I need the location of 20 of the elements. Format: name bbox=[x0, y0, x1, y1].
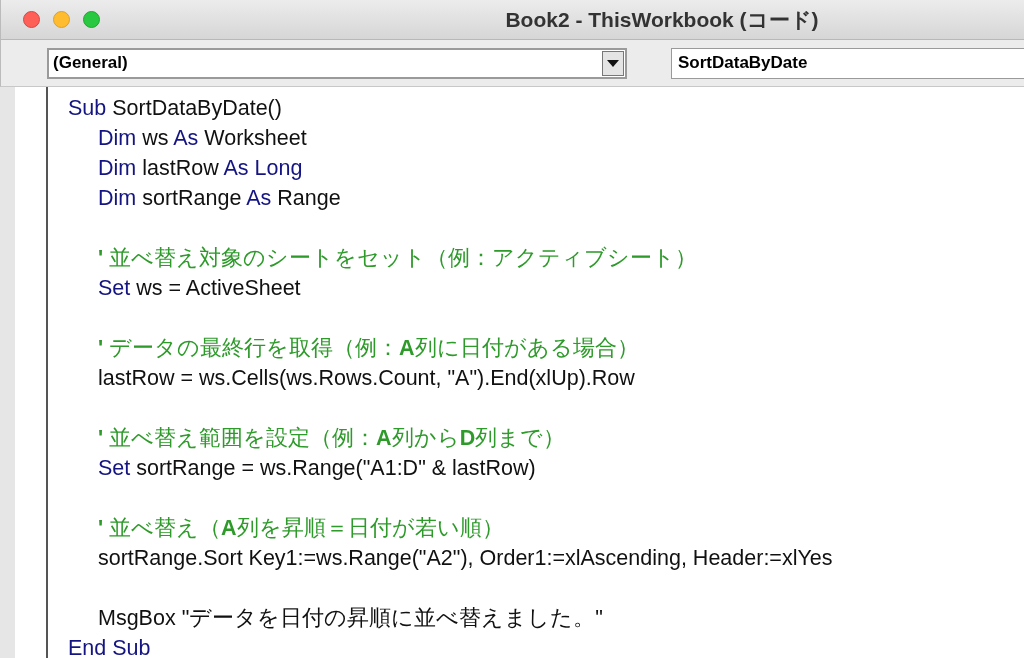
code-line: Set ws = ActiveSheet bbox=[98, 275, 302, 302]
window-title: Book2 - ThisWorkbook (コード) bbox=[504, 6, 820, 33]
minimize-button[interactable] bbox=[53, 11, 70, 28]
object-dropdown[interactable]: (General) bbox=[47, 47, 627, 79]
code-line: ' 並べ替え（A列を昇順＝日付が若い順） bbox=[98, 515, 505, 542]
zoom-button[interactable] bbox=[83, 11, 100, 28]
code-line: Set sortRange = ws.Range("A1:D" & lastRow) bbox=[98, 455, 537, 482]
code-line: Dim lastRow As Long bbox=[98, 155, 304, 182]
procedure-dropdown[interactable]: SortDataByDate bbox=[671, 47, 1024, 79]
close-button[interactable] bbox=[23, 11, 40, 28]
code-line: lastRow = ws.Cells(ws.Rows.Count, "A").End(xlUp).Row bbox=[98, 365, 636, 392]
code-line: Sub SortDataByDate() bbox=[68, 95, 283, 122]
code-line: MsgBox "データを日付の昇順に並べ替えました。" bbox=[98, 605, 604, 632]
code-line: sortRange.Sort Key1:=ws.Range("A2"), Order1:=xlAscending, Header:=xlYes bbox=[98, 545, 834, 572]
code-line: End Sub bbox=[68, 635, 152, 658]
code-line: Dim ws As Worksheet bbox=[98, 125, 308, 152]
code-line: Dim sortRange As Range bbox=[98, 185, 342, 212]
code-line: ' データの最終行を取得（例：A列に日付がある場合） bbox=[98, 335, 640, 362]
code-line: ' 並べ替え対象のシートをセット（例：アクティブシート） bbox=[98, 245, 699, 272]
code-line: ' 並べ替え範囲を設定（例：A列からD列まで） bbox=[98, 425, 567, 452]
